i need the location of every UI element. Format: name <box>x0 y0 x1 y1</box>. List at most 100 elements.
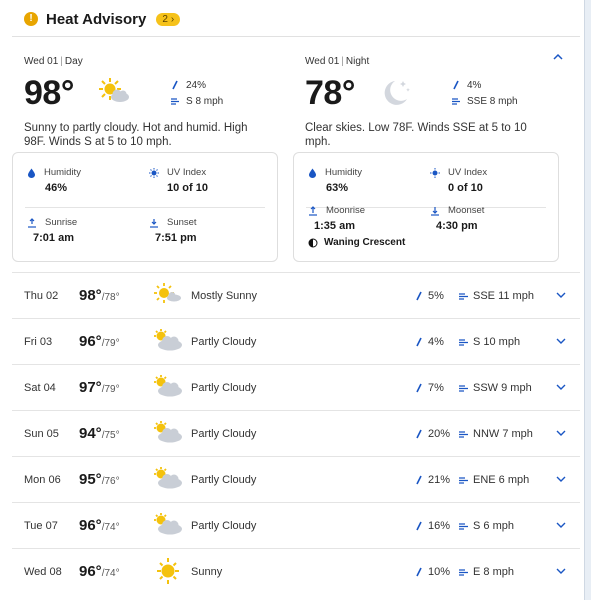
chevron-down-icon[interactable] <box>555 427 567 439</box>
precipitation-icon <box>416 567 422 576</box>
precipitation-icon <box>416 475 422 484</box>
day-precip: 24% <box>186 79 207 91</box>
forecast-day: Sun 05 <box>24 427 59 440</box>
wind-icon <box>459 568 468 576</box>
forecast-wind: ENE 6 mph <box>473 473 530 486</box>
forecast-precip: 10% <box>428 565 451 578</box>
partly-cloudy-icon <box>154 513 182 535</box>
forecast-day: Thu 02 <box>24 289 59 302</box>
forecast-low: /74° <box>101 522 120 533</box>
forecast-precip: 7% <box>428 381 444 394</box>
forecast-high: 94° <box>79 425 102 442</box>
scrollbar[interactable] <box>584 0 591 600</box>
wind-icon <box>452 98 460 105</box>
wind-icon <box>459 338 468 346</box>
forecast-condition: Partly Cloudy <box>191 473 257 486</box>
chevron-down-icon[interactable] <box>555 335 567 347</box>
divider <box>12 36 580 37</box>
chevron-down-icon[interactable] <box>555 289 567 301</box>
night-uv-index: 0 of 10 <box>448 182 483 194</box>
partly-sunny-icon <box>99 78 129 102</box>
forecast-precip: 16% <box>428 519 451 532</box>
day-panel-header: Wed 01 | Day <box>24 56 83 67</box>
day-humidity: 46% <box>45 182 68 194</box>
precipitation-icon <box>416 521 422 530</box>
wind-icon <box>459 384 468 392</box>
forecast-condition: Sunny <box>191 565 223 578</box>
uv-index-icon <box>149 167 159 178</box>
night-panel: Wed 01 | Night 78° 4% SSE 8 mph Clear skie… <box>293 56 573 262</box>
forecast-wind: SSE 11 mph <box>473 289 534 302</box>
precipitation-icon <box>172 80 178 90</box>
precipitation-icon <box>416 429 422 438</box>
warning-icon: ! <box>24 12 38 26</box>
forecast-low: /79° <box>101 384 120 395</box>
forecast-high: 97° <box>79 379 102 396</box>
forecast-row[interactable]: Sat 04 97°/79° Partly Cloudy 7% SSW 9 mph <box>12 364 580 410</box>
forecast-condition: Partly Cloudy <box>191 335 257 348</box>
night-moonrise: 1:35 am <box>314 220 355 232</box>
forecast-wind: SSW 9 mph <box>473 381 532 394</box>
day-uv-index: 10 of 10 <box>167 182 208 194</box>
mostly-sunny-icon <box>154 283 181 303</box>
forecast-row[interactable]: Thu 02 98°/78° Mostly Sunny 5% SSE 11 mph <box>12 272 580 318</box>
day-wind: S 8 mph <box>186 95 224 107</box>
advisory-title: Heat Advisory <box>46 10 147 28</box>
night-humidity: 63% <box>326 182 349 194</box>
moonset-icon <box>431 206 439 216</box>
forecast-wind: NNW 7 mph <box>473 427 533 440</box>
wind-icon <box>459 292 468 300</box>
chevron-down-icon[interactable] <box>555 519 567 531</box>
forecast-wind: S 10 mph <box>473 335 521 348</box>
night-details-card: Humidity 63% UV Index 0 of 10 Moonrise 1… <box>293 152 559 262</box>
day-sunset: 7:51 pm <box>155 232 197 244</box>
night-moonset: 4:30 pm <box>436 220 478 232</box>
sunset-icon <box>150 218 158 228</box>
daily-forecast-list: Thu 02 98°/78° Mostly Sunny 5% SSE 11 mph Fri… <box>12 272 580 594</box>
forecast-day: Fri 03 <box>24 335 53 348</box>
forecast-low: /75° <box>101 430 120 441</box>
uv-index-icon <box>430 167 440 178</box>
night-temperature: 78° <box>305 73 355 112</box>
forecast-low: /76° <box>101 476 120 487</box>
precipitation-icon <box>416 291 422 300</box>
night-panel-header: Wed 01 | Night <box>305 56 370 67</box>
forecast-condition: Partly Cloudy <box>191 427 257 440</box>
forecast-low: /79° <box>101 338 120 349</box>
humidity-icon <box>28 168 35 178</box>
night-description: Clear skies. Low 78F. Winds SSE at 5 to … <box>305 122 527 148</box>
forecast-high: 95° <box>79 471 102 488</box>
day-details-card: Humidity 46% UV Index 10 of 10 Sunrise 7… <box>12 152 278 262</box>
forecast-wind: E 8 mph <box>473 565 514 578</box>
forecast-wind: S 6 mph <box>473 519 514 532</box>
forecast-high: 96° <box>79 333 102 350</box>
forecast-row[interactable]: Mon 06 95°/76° Partly Cloudy 21% ENE 6 mph <box>12 456 580 502</box>
forecast-row[interactable]: Sun 05 94°/75° Partly Cloudy 20% NNW 7 mph <box>12 410 580 456</box>
divider <box>25 207 265 208</box>
forecast-row[interactable]: Fri 03 96°/79° Partly Cloudy 4% S 10 mph <box>12 318 580 364</box>
forecast-precip: 21% <box>428 473 451 486</box>
forecast-day: Mon 06 <box>24 473 61 486</box>
forecast-low: /78° <box>101 292 120 303</box>
chevron-down-icon[interactable] <box>555 473 567 485</box>
day-panel: Wed 01 | Day 98° 24% S 8 mph Sunny to pa… <box>12 56 292 262</box>
forecast-precip: 20% <box>428 427 451 440</box>
chevron-down-icon[interactable] <box>555 381 567 393</box>
night-wind: SSE 8 mph <box>467 95 518 107</box>
sunny-icon <box>157 558 179 584</box>
forecast-precip: 5% <box>428 289 444 302</box>
forecast-row[interactable]: Wed 08 96°/74° Sunny 10% E 8 mph <box>12 548 580 594</box>
chevron-down-icon[interactable] <box>555 565 567 577</box>
partly-cloudy-icon <box>154 421 182 443</box>
forecast-row[interactable]: Tue 07 96°/74° Partly Cloudy 16% S 6 mph <box>12 502 580 548</box>
moon-phase-icon <box>308 238 318 247</box>
advisory-count-badge[interactable]: 2 › <box>156 12 181 26</box>
partly-cloudy-icon <box>154 467 182 489</box>
precipitation-icon <box>416 337 422 346</box>
heat-advisory-bar[interactable]: ! Heat Advisory 2 › <box>24 8 181 30</box>
wind-icon <box>459 522 468 530</box>
day-temperature: 98° <box>24 73 74 112</box>
forecast-condition: Partly Cloudy <box>191 381 257 394</box>
clear-night-moon-icon <box>384 81 410 105</box>
partly-cloudy-icon <box>154 375 182 397</box>
